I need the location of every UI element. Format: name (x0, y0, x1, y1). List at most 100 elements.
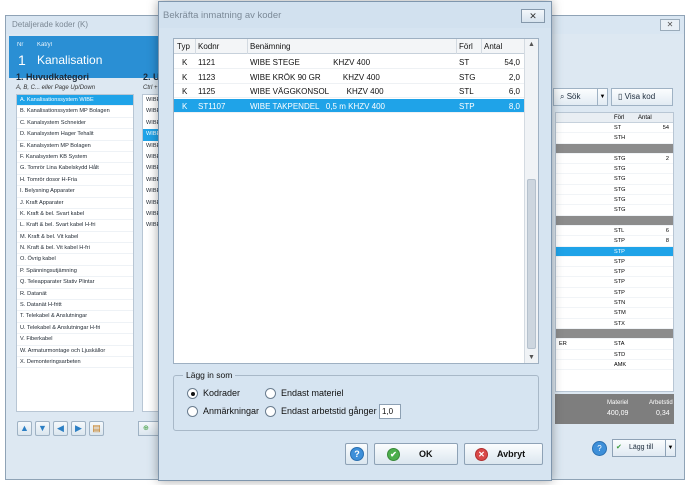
cell-forl: STP (459, 101, 475, 111)
huvudkategori-item[interactable]: F. Kanalsystem KB System (17, 152, 133, 164)
huvudkategori-item[interactable]: U. Telekabel & Anslutningar H-fri (17, 323, 133, 335)
huvudkategori-item[interactable]: N. Kraft & bel. Vit kabel H-fri (17, 243, 133, 255)
lagg-in-som-legend: Lägg in som (183, 370, 236, 380)
group-row[interactable] (556, 328, 673, 340)
avbryt-label: Avbryt (497, 449, 526, 459)
table-row[interactable]: STX (556, 319, 673, 329)
table-row[interactable]: STP (556, 288, 673, 299)
cell-f: AMK (614, 361, 627, 368)
help-icon[interactable]: ? (592, 441, 607, 456)
arrow-left-icon[interactable]: ◀ (53, 421, 68, 436)
multiplier-input[interactable]: 1,0 (379, 404, 401, 419)
selected-codes-grid[interactable]: Förl Antal ST 54 STH STG 2 STG STG STG STG STG STL… (555, 112, 674, 392)
huvudkategori-item[interactable]: W. Armaturmontage och Ljuskällor (17, 346, 133, 357)
cell-f: STG (614, 166, 626, 173)
huvudkategori-item[interactable]: G. Tomrör Lina Kabelskydd Hålt (17, 163, 133, 175)
sok-button[interactable]: ⌕ Sök (553, 88, 603, 106)
table-row[interactable]: STP (556, 246, 673, 257)
table-row[interactable]: STG (556, 185, 673, 196)
cell-n: 54 (662, 125, 669, 131)
huvudkategori-item[interactable]: K. Kraft & bel. Svart kabel (17, 209, 133, 221)
scroll-down-icon[interactable]: ▼ (528, 354, 535, 361)
huvudkategori-hint: A, B, C... eller Page Up/Down (16, 85, 96, 91)
sok-dropdown-icon[interactable]: ▼ (597, 88, 608, 106)
cell-benamning: WIBE TAKPENDEL 0,5 m KHZV 400 (250, 101, 386, 111)
table-row[interactable]: ST 54 (556, 123, 673, 134)
huvudkategori-item[interactable]: V. Fiberkabel (17, 334, 133, 346)
table-row[interactable]: STG (556, 205, 673, 216)
scroll-thumb[interactable] (527, 179, 536, 349)
radio-endast-materiel[interactable] (265, 388, 276, 399)
table-row[interactable]: STG (556, 195, 673, 206)
table-row[interactable]: STG (556, 164, 673, 175)
table-row[interactable]: STL 6 (556, 226, 673, 237)
help-button[interactable]: ? (345, 443, 368, 465)
table-row[interactable]: ER STA (556, 339, 673, 350)
ok-button[interactable]: ✔ OK (374, 443, 458, 465)
table-row[interactable]: STP (556, 257, 673, 268)
lagg-till-button[interactable]: ✔ Lägg till (612, 439, 666, 457)
huvudkategori-item[interactable]: J. Kraft Apparater (17, 198, 133, 209)
lagg-till-dropdown-icon[interactable]: ▼ (665, 439, 676, 457)
huvudkategori-item[interactable]: B. Kanalisationssystem MP Bolagen (17, 106, 133, 118)
visa-kod-button[interactable]: ▯ Visa kod (611, 88, 673, 106)
table-row[interactable]: STH (556, 133, 673, 144)
table-row[interactable]: K ST1107 WIBE TAKPENDEL 0,5 m KHZV 400 STP 8… (174, 98, 524, 113)
huvudkategori-item[interactable]: P. Spänningsutjämning (17, 266, 133, 278)
radio-kodrader[interactable] (187, 388, 198, 399)
dialog-close-button[interactable]: ✕ (521, 9, 545, 23)
table-header: Typ Kodnr Benämning Förl Antal (174, 39, 524, 54)
huvudkategori-item[interactable]: Q. Teleapparater Stativ Plintar (17, 277, 133, 289)
huvudkategori-item[interactable]: E. Kanalsystem MP Bolagen (17, 141, 133, 152)
huvudkategori-item[interactable]: C. Kanalsystem Schneider (17, 118, 133, 130)
huvudkategori-item[interactable]: H. Tomrör dosor H-Fria (17, 175, 133, 187)
scroll-up-icon[interactable]: ▲ (528, 41, 535, 48)
grid-header: Förl Antal (556, 113, 673, 123)
huvudkategori-item[interactable]: T. Telekabel & Anslutningar (17, 311, 133, 323)
radio-anmarkningar[interactable] (187, 406, 198, 417)
vertical-scrollbar[interactable]: ▲ ▼ (524, 39, 538, 363)
huvudkategori-item[interactable]: I. Belysning Apparater (17, 186, 133, 198)
arrow-right-icon[interactable]: ▶ (71, 421, 86, 436)
codes-table[interactable]: Typ Kodnr Benämning Förl Antal K 1121 WIBE… (173, 38, 539, 364)
huvudkategori-item[interactable]: S. Datanät H-fritt (17, 300, 133, 312)
huvudkategori-item[interactable]: X. Demonteringsarbeten (17, 357, 133, 369)
materiel-value: 400,09 (607, 410, 629, 417)
table-row[interactable]: STM (556, 308, 673, 319)
table-row[interactable]: STG (556, 174, 673, 185)
huvudkategori-item[interactable]: M. Kraft & bel. Vit kabel (17, 232, 133, 244)
table-row[interactable]: K 1121 WIBE STEGE KHZV 400 ST 54,0 (174, 55, 524, 69)
group-row[interactable] (556, 143, 673, 154)
radio-endast-arbetstid[interactable] (265, 406, 276, 417)
notes-icon[interactable]: ▤ (89, 421, 104, 436)
huvudkategori-item[interactable]: D. Kanalsystem Hager Tehalit (17, 129, 133, 141)
cell-forl: ST (459, 58, 470, 67)
huvudkategori-item[interactable]: A. Kanalisationssystem WIBE (17, 95, 133, 107)
group-row[interactable] (556, 215, 673, 226)
huvudkategori-item[interactable]: L. Kraft & bel. Svart kabel H-fri (17, 220, 133, 232)
table-row[interactable]: AMK (556, 360, 673, 371)
table-row[interactable]: K 1123 WIBE KRÖK 90 GR KHZV 400 STG 2,0 (174, 70, 524, 84)
huvudkategori-list[interactable]: A. Kanalisationssystem WIBE B. Kanalisati… (16, 94, 134, 412)
table-row[interactable]: STN (556, 298, 673, 309)
cell-f: STL (614, 227, 625, 234)
lagg-till-label: Lägg till (629, 444, 654, 451)
table-row[interactable]: STP (556, 267, 673, 278)
visa-kod-label: Visa kod (624, 92, 656, 101)
window-close-button[interactable]: ✕ (660, 19, 680, 31)
table-row[interactable]: STG 2 (556, 154, 673, 165)
huvudkategori-item[interactable]: R. Datanät (17, 289, 133, 301)
kodrader-label: Kodrader (203, 388, 241, 398)
table-row[interactable]: STD (556, 350, 673, 360)
arrow-down-icon[interactable]: ▼ (35, 421, 50, 436)
table-row[interactable]: K 1125 WIBE VÄGGKONSOL KHZV 400 STL 6,0 (174, 84, 524, 98)
antal-header: Antal (484, 42, 503, 51)
table-row[interactable]: STP 8 (556, 236, 673, 247)
cell-f: STP (614, 289, 625, 296)
huvudkategori-item[interactable]: O. Övrig kabel (17, 254, 133, 266)
table-row[interactable]: STP (556, 277, 673, 288)
arrow-up-icon[interactable]: ▲ (17, 421, 32, 436)
avbryt-button[interactable]: ✕ Avbryt (464, 443, 543, 465)
category-number: 1 (18, 52, 26, 68)
check-icon: ✔ (616, 444, 622, 451)
